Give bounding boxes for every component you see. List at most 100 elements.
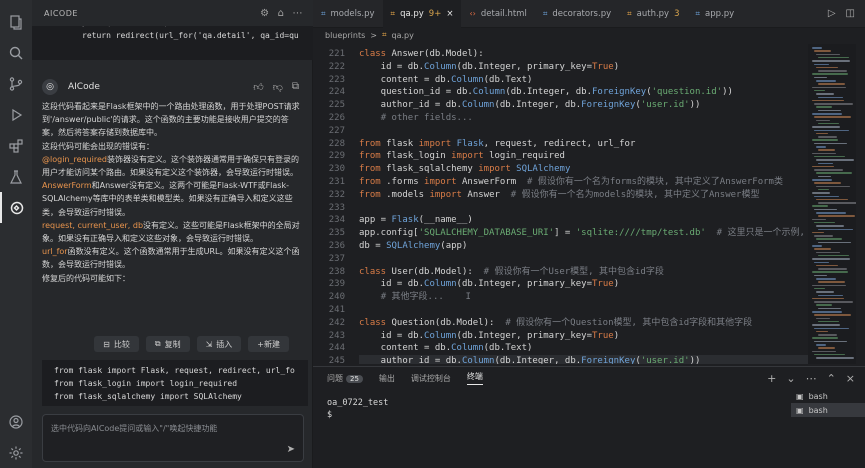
home-icon[interactable]: ⌂ — [278, 8, 285, 19]
minimap-line — [812, 231, 824, 234]
extensions-icon[interactable] — [0, 130, 32, 161]
thumbs-up-icon[interactable]: 👍︎ — [253, 81, 263, 93]
source-control-icon[interactable] — [0, 68, 32, 99]
split-editor-icon[interactable]: ◫ — [846, 8, 855, 19]
terminal-prompt: $ — [327, 410, 333, 420]
minimap-line — [814, 169, 843, 171]
minimap-line — [812, 113, 842, 115]
minimap-line — [816, 330, 828, 333]
minimap-line — [814, 116, 851, 118]
line-number: 233 — [328, 202, 345, 213]
code-line: # other fields... — [380, 113, 473, 123]
minimap-line — [818, 268, 847, 270]
testing-icon[interactable] — [0, 161, 32, 192]
aicode-icon[interactable] — [0, 192, 32, 223]
minimap-line — [814, 274, 827, 277]
minimap-line — [816, 132, 828, 135]
tab-label: app.py — [705, 8, 735, 19]
line-number: 237 — [328, 253, 345, 264]
minimap-line — [814, 103, 853, 105]
chevron-up-icon[interactable]: ⌃ — [827, 372, 836, 385]
minimap-line — [816, 185, 850, 188]
tab-output[interactable]: 输出 — [379, 373, 395, 384]
send-icon[interactable]: ➤ — [287, 444, 295, 455]
terminal-session[interactable]: ▣ bash — [791, 389, 865, 403]
ai-message-body: 这段代码看起来是Flask框架中的一个路由处理函数，用于处理POST请求到'/a… — [42, 100, 304, 285]
run-icon[interactable]: ▷ — [828, 8, 836, 19]
breadcrumb-item[interactable]: blueprints — [325, 31, 365, 40]
panel-header: AICODE ⚙ ⌂ ⋯ — [32, 0, 313, 26]
line-number: 230 — [328, 164, 345, 175]
minimap-line — [812, 271, 848, 273]
line-number: 244 — [328, 343, 345, 354]
html-icon: ‹› — [469, 9, 476, 18]
tab-terminal[interactable]: 终端 — [466, 371, 483, 385]
line-number: 242 — [328, 317, 345, 328]
tab-detail-html[interactable]: ‹› detail.html — [461, 0, 534, 28]
code-line: from flask_sqlalchemy import SQLAlchemy — [359, 164, 571, 175]
minimap-line — [812, 179, 832, 181]
minimap-line — [814, 155, 845, 158]
minimap-line — [812, 99, 844, 102]
run-debug-icon[interactable] — [0, 99, 32, 130]
more-icon[interactable]: ⋯ — [293, 8, 304, 19]
tab-qa-py[interactable]: ⌗ qa.py 9+ × — [382, 0, 462, 28]
copy-button[interactable]: ⧉ 复制 — [145, 336, 190, 352]
minimap-line — [814, 129, 849, 131]
minimap-line — [818, 294, 843, 296]
close-icon[interactable]: × — [846, 372, 855, 385]
add-terminal-icon[interactable]: + — [767, 372, 776, 385]
line-number: 222 — [328, 61, 345, 72]
code-line: question_id = db.Column(db.Integer, db.F… — [359, 87, 733, 98]
breadcrumb-item[interactable]: qa.py — [391, 31, 413, 40]
tab-auth-py[interactable]: ⌗ auth.py 3 — [619, 0, 687, 28]
settings-icon[interactable]: ⚙ — [260, 8, 269, 19]
minimap-line — [814, 76, 827, 79]
thumbs-down-icon[interactable]: 👎︎ — [273, 81, 283, 93]
account-icon[interactable] — [0, 406, 32, 437]
terminal-output[interactable]: oa_0722_test $ — [327, 397, 388, 421]
chevron-down-icon[interactable]: ⌄ — [786, 372, 795, 385]
line-number: 241 — [328, 305, 345, 315]
tab-label: 问题 — [327, 373, 343, 383]
tab-debug-console[interactable]: 调试控制台 — [411, 373, 451, 384]
insert-button[interactable]: ⇲ 插入 — [196, 336, 242, 352]
minimap-line — [816, 198, 848, 201]
minimap[interactable] — [808, 44, 856, 364]
code-line: app = Flask(__name__) — [359, 215, 473, 226]
line-number: 239 — [328, 279, 345, 290]
tab-models-py[interactable]: ⌗ models.py — [313, 0, 383, 28]
aicode-avatar: ◎ — [42, 79, 58, 95]
tab-app-py[interactable]: ⌗ app.py — [688, 0, 743, 28]
editor-scrollbar[interactable] — [856, 44, 865, 364]
message-paragraph: 这段代码可能会出现的错误有： — [42, 140, 304, 153]
activity-bar — [0, 0, 32, 468]
search-icon[interactable] — [0, 37, 32, 68]
minimap-line — [816, 80, 836, 82]
python-icon: ⌗ — [390, 8, 396, 18]
paragraph-text: 这段代码看起来是Flask框架中的一个路由处理函数，用于处理POST请求到'/a… — [42, 102, 300, 138]
tab-decorators-py[interactable]: ⌗ decorators.py — [535, 0, 619, 28]
minimap-line — [812, 297, 844, 300]
close-icon[interactable]: × — [446, 9, 453, 19]
paragraph-text: 这段代码可能会出现的错误有： — [42, 141, 154, 151]
copy-message-icon[interactable]: ⧉ — [292, 81, 299, 93]
chat-input[interactable]: 选中代码向AICode提问或输入"/"唤起快捷功能 ➤ — [42, 414, 304, 462]
line-number: 234 — [328, 215, 345, 226]
compare-button[interactable]: ⊟ 比较 — [94, 336, 139, 352]
tab-problems[interactable]: 问题 25 — [327, 373, 363, 384]
minimap-line — [816, 317, 830, 320]
explorer-icon[interactable] — [0, 6, 32, 37]
minimap-line — [814, 208, 837, 211]
minimap-line — [816, 238, 842, 240]
more-icon[interactable]: ⋯ — [806, 372, 817, 385]
ai-name: AICode — [68, 82, 100, 92]
code-editor[interactable]: 221 class Answer(db.Model): 222 id = db.Co… — [313, 44, 808, 364]
ide-window: print(form.errors)return redirect(url_fo… — [0, 0, 865, 468]
session-label: bash — [808, 405, 828, 415]
new-button[interactable]: +新建 — [248, 336, 289, 352]
settings-gear-icon[interactable] — [0, 437, 32, 468]
minimap-line — [818, 96, 843, 98]
terminal-session[interactable]: ▣ bash — [791, 403, 865, 417]
minimap-line — [812, 47, 822, 49]
